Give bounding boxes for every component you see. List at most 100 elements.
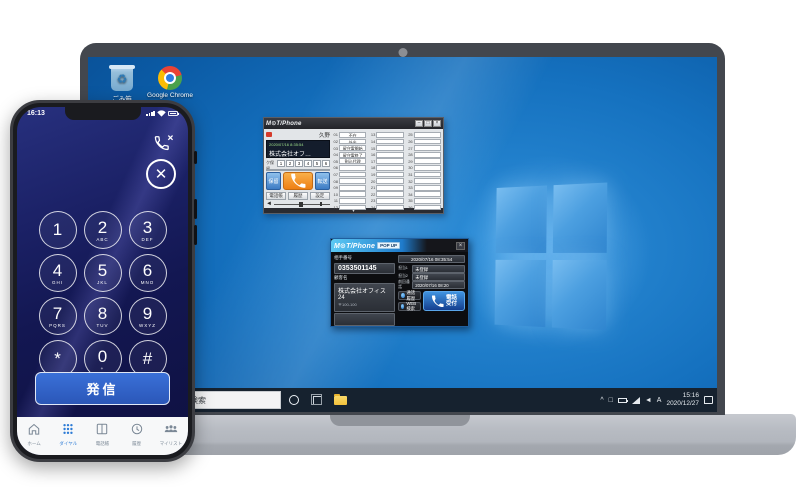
file-explorer-button[interactable]	[332, 388, 348, 412]
speed-dial-button[interactable]	[414, 178, 441, 184]
speed-dial-button[interactable]	[376, 172, 403, 178]
speed-dial-button[interactable]	[414, 165, 441, 171]
close-icon[interactable]: ×	[456, 242, 465, 250]
speed-dial-button[interactable]	[376, 205, 403, 211]
call-reject-icon[interactable]	[154, 133, 174, 156]
speed-dial-button[interactable]	[376, 191, 403, 197]
key-9[interactable]: 9WXYZ	[129, 297, 167, 335]
key-2[interactable]: 2ABC	[84, 211, 122, 249]
speed-dial-number: 15	[369, 146, 375, 151]
key-7[interactable]: 7PQRS	[39, 297, 77, 335]
popup-titlebar[interactable]: M⊙T/Phone POP UP ×	[331, 239, 468, 252]
key-5[interactable]: 5JKL	[84, 254, 122, 292]
close-dialer-button[interactable]: ✕	[146, 159, 176, 189]
popup-link-button[interactable]: 通話履歴	[398, 291, 421, 300]
speed-dial-number: 05	[332, 159, 338, 164]
desktop-icon-recycle-bin[interactable]: ♻ ごみ箱	[96, 65, 148, 103]
taskbar-search-input[interactable]: 検索	[185, 391, 281, 409]
park-button-6[interactable]: 6	[322, 160, 330, 167]
key-3[interactable]: 3DEF	[129, 211, 167, 249]
key-8[interactable]: 8TUV	[84, 297, 122, 335]
park-button-5[interactable]: 5	[313, 160, 321, 167]
close-button[interactable]: ×	[433, 120, 441, 127]
answer-call-button[interactable]: 電話 受付	[423, 291, 465, 311]
ime-indicator[interactable]: A	[657, 397, 662, 404]
tray-app-icon[interactable]: □	[609, 397, 613, 404]
speed-dial-number: 20	[369, 179, 375, 184]
speed-dial-button[interactable]	[414, 172, 441, 178]
menu-button[interactable]: 設定	[310, 192, 330, 200]
speed-dial-button[interactable]	[414, 158, 441, 164]
number-input[interactable]	[266, 169, 330, 171]
task-view-button[interactable]	[309, 388, 325, 412]
speed-dial-button[interactable]	[414, 139, 441, 145]
popup-field-label: 前回通話	[398, 281, 411, 289]
speed-dial-button[interactable]	[414, 205, 441, 211]
maximize-button[interactable]: □	[424, 120, 432, 127]
speed-dial-button[interactable]	[414, 152, 441, 158]
action-center-button[interactable]	[704, 396, 713, 404]
softphone-titlebar[interactable]: M⊙T/Phone – □ ×	[264, 118, 443, 129]
speed-dial-button[interactable]	[376, 132, 403, 138]
taskbar-clock[interactable]: 15:16 2020/12/27	[666, 392, 699, 408]
nav-item-history[interactable]: 履歴	[121, 422, 153, 447]
speed-dial-button[interactable]	[414, 191, 441, 197]
call-button[interactable]: 発信	[35, 372, 170, 405]
speed-dial-row: 05割込代理	[332, 158, 366, 164]
speed-dial-button[interactable]	[414, 132, 441, 138]
speed-dial-button[interactable]	[376, 139, 403, 145]
transfer-button[interactable]: 転送	[315, 172, 330, 190]
speed-dial-button[interactable]	[339, 178, 366, 184]
speed-dial-button[interactable]	[339, 198, 366, 204]
speed-dial-number: 01	[332, 132, 338, 137]
key-6[interactable]: 6MNO	[129, 254, 167, 292]
menu-button[interactable]: 電話帳	[266, 192, 286, 200]
speed-dial-button[interactable]: 留守電開始	[339, 145, 366, 151]
cortana-button[interactable]	[286, 388, 302, 412]
nav-item-mylist[interactable]: マイリスト	[155, 422, 187, 447]
speed-dial-number: 19	[369, 172, 375, 177]
popup-datetime: 2020/07/16 08:35:54	[398, 255, 465, 263]
speed-dial-button[interactable]	[376, 152, 403, 158]
network-icon[interactable]	[632, 397, 640, 404]
nav-item-home[interactable]: ホーム	[18, 422, 50, 447]
volume-icon[interactable]: ◄	[645, 397, 652, 404]
speed-dial-button[interactable]	[376, 178, 403, 184]
speed-dial-button[interactable]	[376, 198, 403, 204]
popup-link-button[interactable]: WEB検索	[398, 302, 421, 311]
hold-button[interactable]: 保留	[266, 172, 281, 190]
battery-icon[interactable]	[618, 398, 627, 403]
speed-dial-button[interactable]: 留守電終了	[339, 152, 366, 158]
speed-dial-button[interactable]	[376, 185, 403, 191]
speed-dial-button[interactable]	[376, 145, 403, 151]
key-1[interactable]: 1	[39, 211, 77, 249]
speed-dial-button[interactable]	[414, 185, 441, 191]
customer-name-label: 顧客名	[334, 275, 395, 281]
speed-dial-row: 02外出	[332, 139, 366, 145]
park-button-3[interactable]: 3	[295, 160, 303, 167]
speed-dial-button[interactable]	[414, 198, 441, 204]
park-button-2[interactable]: 2	[286, 160, 294, 167]
park-button-4[interactable]: 4	[304, 160, 312, 167]
speed-dial-button[interactable]: 外出	[339, 139, 366, 145]
speed-dial-button[interactable]: 割込代理	[339, 158, 366, 164]
speed-dial-button[interactable]	[339, 172, 366, 178]
park-button-1[interactable]: 1	[277, 160, 285, 167]
speed-dial-button[interactable]	[376, 165, 403, 171]
hidden-icons-chevron[interactable]: ^	[600, 397, 603, 404]
volume-slider[interactable]: ◄	[266, 201, 330, 207]
speed-dial-button[interactable]: 不在	[339, 132, 366, 138]
speed-dial-button[interactable]	[339, 165, 366, 171]
minimize-button[interactable]: –	[415, 120, 423, 127]
dial-button[interactable]	[283, 172, 313, 190]
desktop-icon-chrome[interactable]: Google Chrome	[144, 66, 196, 99]
speed-dial-button[interactable]	[414, 145, 441, 151]
speed-dial-button[interactable]	[376, 158, 403, 164]
menu-button[interactable]: 履歴	[288, 192, 308, 200]
speed-dial-row: 32	[407, 178, 441, 184]
speed-dial-button[interactable]	[339, 185, 366, 191]
nav-item-phonebook[interactable]: 電話帳	[86, 422, 118, 447]
key-4[interactable]: 4GHI	[39, 254, 77, 292]
nav-item-dialpad[interactable]: ダイヤル	[52, 422, 84, 447]
speed-dial-button[interactable]	[339, 191, 366, 197]
